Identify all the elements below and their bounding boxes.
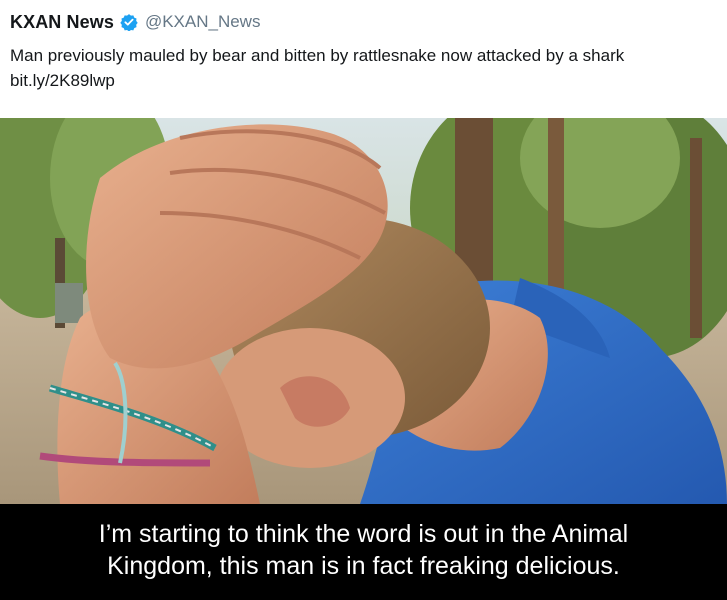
tweet-card: KXAN News @KXAN_News Man previously maul…	[0, 0, 727, 118]
meme-frame: KXAN News @KXAN_News Man previously maul…	[0, 0, 727, 600]
man-holding-head-photo	[0, 118, 727, 504]
verified-check-icon	[120, 13, 138, 31]
account-handle[interactable]: @KXAN_News	[145, 12, 261, 32]
tweet-link[interactable]: bit.ly/2K89lwp	[10, 71, 115, 90]
caption-line-1: I’m starting to think the word is out in…	[98, 520, 629, 548]
account-name[interactable]: KXAN News	[10, 12, 114, 33]
tweet-header: KXAN News @KXAN_News	[10, 10, 715, 34]
tweet-text: Man previously mauled by bear and bitten…	[10, 43, 710, 93]
tweet-body: Man previously mauled by bear and bitten…	[10, 46, 625, 65]
meme-caption: I’m starting to think the word is out in…	[0, 504, 727, 600]
caption-line-2: Kingdom, this man is in fact freaking de…	[107, 552, 620, 580]
